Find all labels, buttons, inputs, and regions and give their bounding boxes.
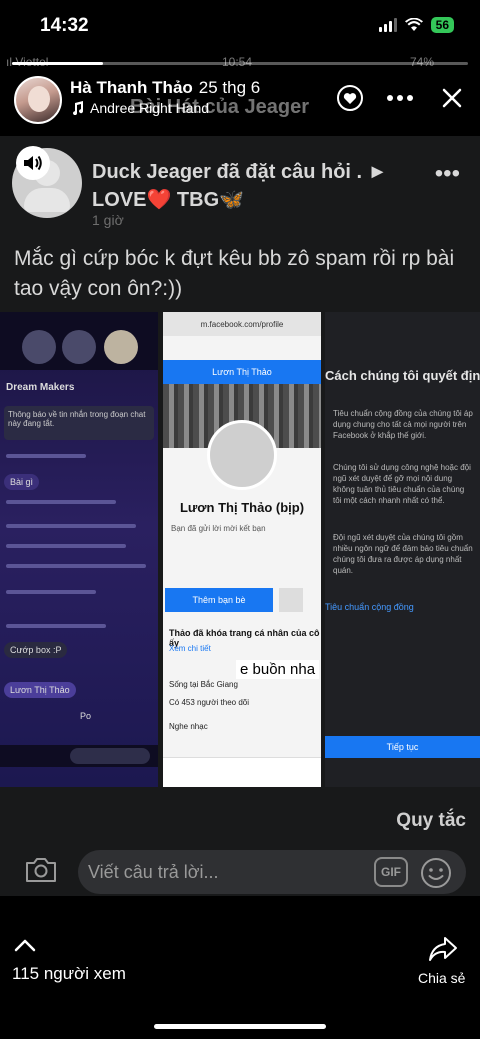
profile-avatar (207, 420, 277, 490)
post-author-line: Duck Jeager đã đặt câu hỏi . ► (92, 161, 388, 183)
standards-title: Cách chúng tôi quyết định (325, 368, 480, 383)
heart-icon (337, 85, 363, 111)
share-button[interactable]: Chia sẻ (418, 970, 465, 986)
chat-message: Po (80, 711, 92, 721)
home-indicator (154, 1024, 326, 1029)
story-progress-fill (12, 62, 104, 65)
status-bar: 14:32 56 (0, 0, 480, 52)
post-text: Mắc gì cứp bóc k đựt kêu bb zô spam rồi … (14, 247, 455, 300)
status-time: 14:32 (40, 15, 89, 36)
post-time: 1 giờ (92, 212, 124, 228)
add-friend-button: Thêm bạn bè (165, 588, 273, 612)
status-icons: 56 (378, 17, 454, 33)
more-options-button[interactable] (382, 80, 418, 116)
battery-icon: 56 (430, 17, 454, 33)
reply-area: Quy tắc GIF (0, 808, 480, 896)
profile-bar-title: Lươn Thị Thảo (163, 360, 321, 384)
chat-message: Lươn Thị Thảo (4, 682, 76, 698)
profile-info: Sống tại Bắc Giang (169, 680, 238, 689)
post-tagline: LOVE❤️ TBG🦋 (92, 189, 245, 211)
heart-reaction-button[interactable] (332, 80, 368, 116)
group-name: Dream Makers (6, 382, 75, 393)
story-author[interactable]: Hà Thanh Thảo 25 thg 6 (70, 78, 260, 98)
messenger-screenshot: Dream Makers Thông báo về tin nhắn trong… (0, 312, 158, 787)
profile-info: Nghe nhạc (169, 722, 208, 731)
wifi-icon (404, 18, 423, 31)
post-author: Duck Jeager đã đặt câu hỏi . ► LOVE❤️ TB… (92, 158, 432, 214)
messenger-top (0, 312, 158, 370)
music-note-icon (73, 101, 84, 115)
profile-name: Lươn Thị Thảo (bịp) (179, 500, 305, 515)
heart-emoji-icon: ❤️ (146, 189, 172, 211)
close-button[interactable] (434, 80, 470, 116)
messenger-composer (0, 745, 158, 767)
chat-message: Bài gì (4, 474, 40, 490)
author-avatar[interactable] (14, 76, 62, 124)
story-author-name[interactable]: Hà Thanh Thảo (70, 78, 193, 97)
see-details-link: Xem chi tiết (169, 644, 211, 653)
profile-screenshot: m.facebook.com/profile Lươn Thị Thảo Lươ… (163, 312, 321, 787)
gif-icon[interactable]: GIF (374, 857, 408, 887)
speaker-icon (24, 155, 42, 171)
messenger-button (279, 588, 303, 612)
camera-icon[interactable] (24, 856, 58, 884)
mute-notice: Thông báo về tin nhắn trong đoạn chat nà… (4, 406, 154, 440)
standards-screenshot: Cách chúng tôi quyết định Tiêu chuẩn cộn… (325, 312, 480, 787)
profile-info: Có 453 người theo dõi (169, 698, 249, 707)
continue-button: Tiếp tục (325, 736, 480, 758)
chevron-up-icon[interactable] (14, 938, 36, 952)
story-date: 25 thg 6 (198, 78, 261, 97)
standards-paragraph: Chúng tôi sử dụng công nghệ hoặc đội ngũ… (333, 463, 471, 505)
viewer-count[interactable]: 115 người xem (12, 964, 126, 984)
story-header: Hà Thanh Thảo 25 thg 6 Bài Hát của Jeager… (0, 72, 480, 128)
standards-paragraph: Đội ngũ xét duyệt của chúng tôi gồm nhiề… (333, 533, 473, 575)
rules-link[interactable]: Quy tắc (396, 810, 466, 832)
reply-row: GIF (0, 848, 480, 896)
shared-post: Duck Jeager đã đặt câu hỏi . ► LOVE❤️ TB… (0, 136, 480, 896)
post-more-icon: ••• (434, 160, 460, 187)
emoji-icon[interactable] (420, 857, 452, 889)
close-icon (442, 88, 462, 108)
story-song[interactable]: Andree Right Hand (70, 100, 209, 116)
profile-subtitle: Bạn đã gửi lời mời kết bạn (171, 524, 266, 533)
song-title: Andree Right Hand (90, 100, 210, 116)
profile-url: m.facebook.com/profile (163, 312, 321, 336)
more-icon (387, 95, 413, 101)
sound-toggle-button[interactable] (16, 146, 50, 180)
screenshot-strip: Dream Makers Thông báo về tin nhắn trong… (0, 312, 480, 792)
signal-icon (378, 18, 397, 32)
share-icon[interactable] (428, 936, 458, 962)
chat-message: Cướp box :P (4, 642, 68, 658)
story-progress-bar (12, 62, 468, 65)
overlay-text-tag: e buồn nha (236, 660, 320, 679)
standards-paragraph: Tiêu chuẩn cộng đồng của chúng tôi áp dụ… (333, 409, 473, 440)
standards-link: Tiêu chuẩn cộng đồng (325, 602, 414, 612)
profile-bottom-nav (163, 757, 321, 787)
